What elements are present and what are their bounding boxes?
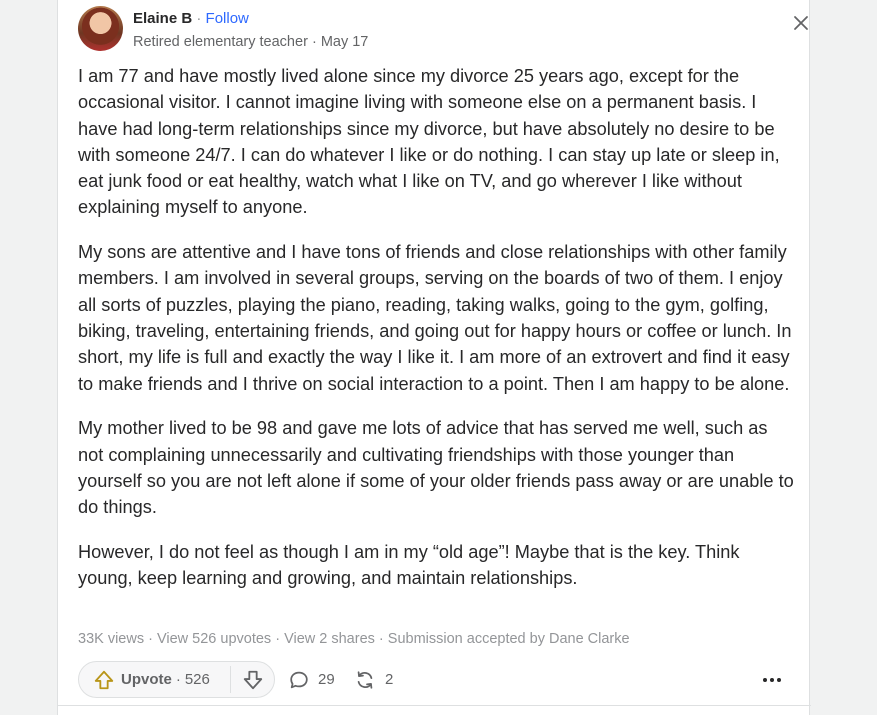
author-credential[interactable]: Retired elementary teacher bbox=[133, 34, 308, 50]
more-dots-icon bbox=[763, 677, 781, 682]
view-upvotes-link[interactable]: View 526 upvotes bbox=[157, 631, 271, 647]
author-name[interactable]: Elaine B bbox=[133, 10, 192, 27]
card-divider bbox=[58, 705, 811, 706]
comment-button[interactable]: 29 bbox=[288, 661, 335, 698]
views-count: 33K views bbox=[78, 631, 145, 647]
share-button[interactable]: 2 bbox=[353, 661, 393, 698]
upvote-arrow-icon bbox=[94, 670, 114, 689]
upvote-count: 526 bbox=[184, 671, 210, 688]
answer-stats: 33K views · View 526 upvotes · View 2 sh… bbox=[78, 631, 630, 647]
downvote-button[interactable] bbox=[231, 662, 274, 697]
upvote-label: Upvote bbox=[121, 671, 172, 688]
author-avatar[interactable] bbox=[78, 6, 123, 51]
answer-header: Elaine B · Follow Retired elementary tea… bbox=[78, 6, 808, 52]
share-count: 2 bbox=[385, 671, 394, 688]
close-icon bbox=[794, 16, 808, 30]
view-shares-link[interactable]: View 2 shares bbox=[284, 631, 375, 647]
answer-paragraph: However, I do not feel as though I am in… bbox=[78, 541, 740, 589]
answer-paragraph: My mother lived to be 98 and gave me lot… bbox=[78, 418, 794, 518]
more-options-button[interactable] bbox=[758, 661, 786, 698]
answer-paragraph: My sons are attentive and I have tons of… bbox=[78, 242, 792, 394]
stats-separator: · bbox=[374, 631, 388, 647]
author-line: Elaine B · Follow bbox=[133, 10, 249, 27]
vote-pill: Upvote · 526 bbox=[78, 661, 275, 698]
answer-card: Elaine B · Follow Retired elementary tea… bbox=[57, 0, 811, 715]
upvote-separator: · bbox=[175, 671, 181, 688]
upvote-button[interactable]: Upvote · 526 bbox=[79, 662, 230, 697]
comment-count: 29 bbox=[318, 671, 335, 688]
submission-note[interactable]: Submission accepted by Dane Clarke bbox=[388, 631, 630, 647]
answer-paragraph: I am 77 and have mostly lived alone sinc… bbox=[78, 66, 780, 218]
stats-separator: · bbox=[271, 631, 285, 647]
comment-bubble-icon bbox=[290, 671, 308, 688]
answer-date[interactable]: May 17 bbox=[321, 34, 369, 50]
share-cycle-icon bbox=[357, 670, 373, 689]
author-meta: Retired elementary teacher · May 17 bbox=[133, 34, 368, 50]
answer-content: I am 77 and have mostly lived alone sinc… bbox=[78, 63, 796, 610]
stats-separator: · bbox=[144, 631, 157, 647]
action-bar: Upvote · 526 29 2 bbox=[78, 661, 793, 699]
downvote-arrow-icon bbox=[243, 670, 262, 689]
author-separator: · bbox=[196, 10, 202, 27]
follow-link[interactable]: Follow bbox=[206, 10, 249, 27]
close-button[interactable] bbox=[790, 12, 812, 34]
meta-separator: · bbox=[311, 34, 317, 50]
